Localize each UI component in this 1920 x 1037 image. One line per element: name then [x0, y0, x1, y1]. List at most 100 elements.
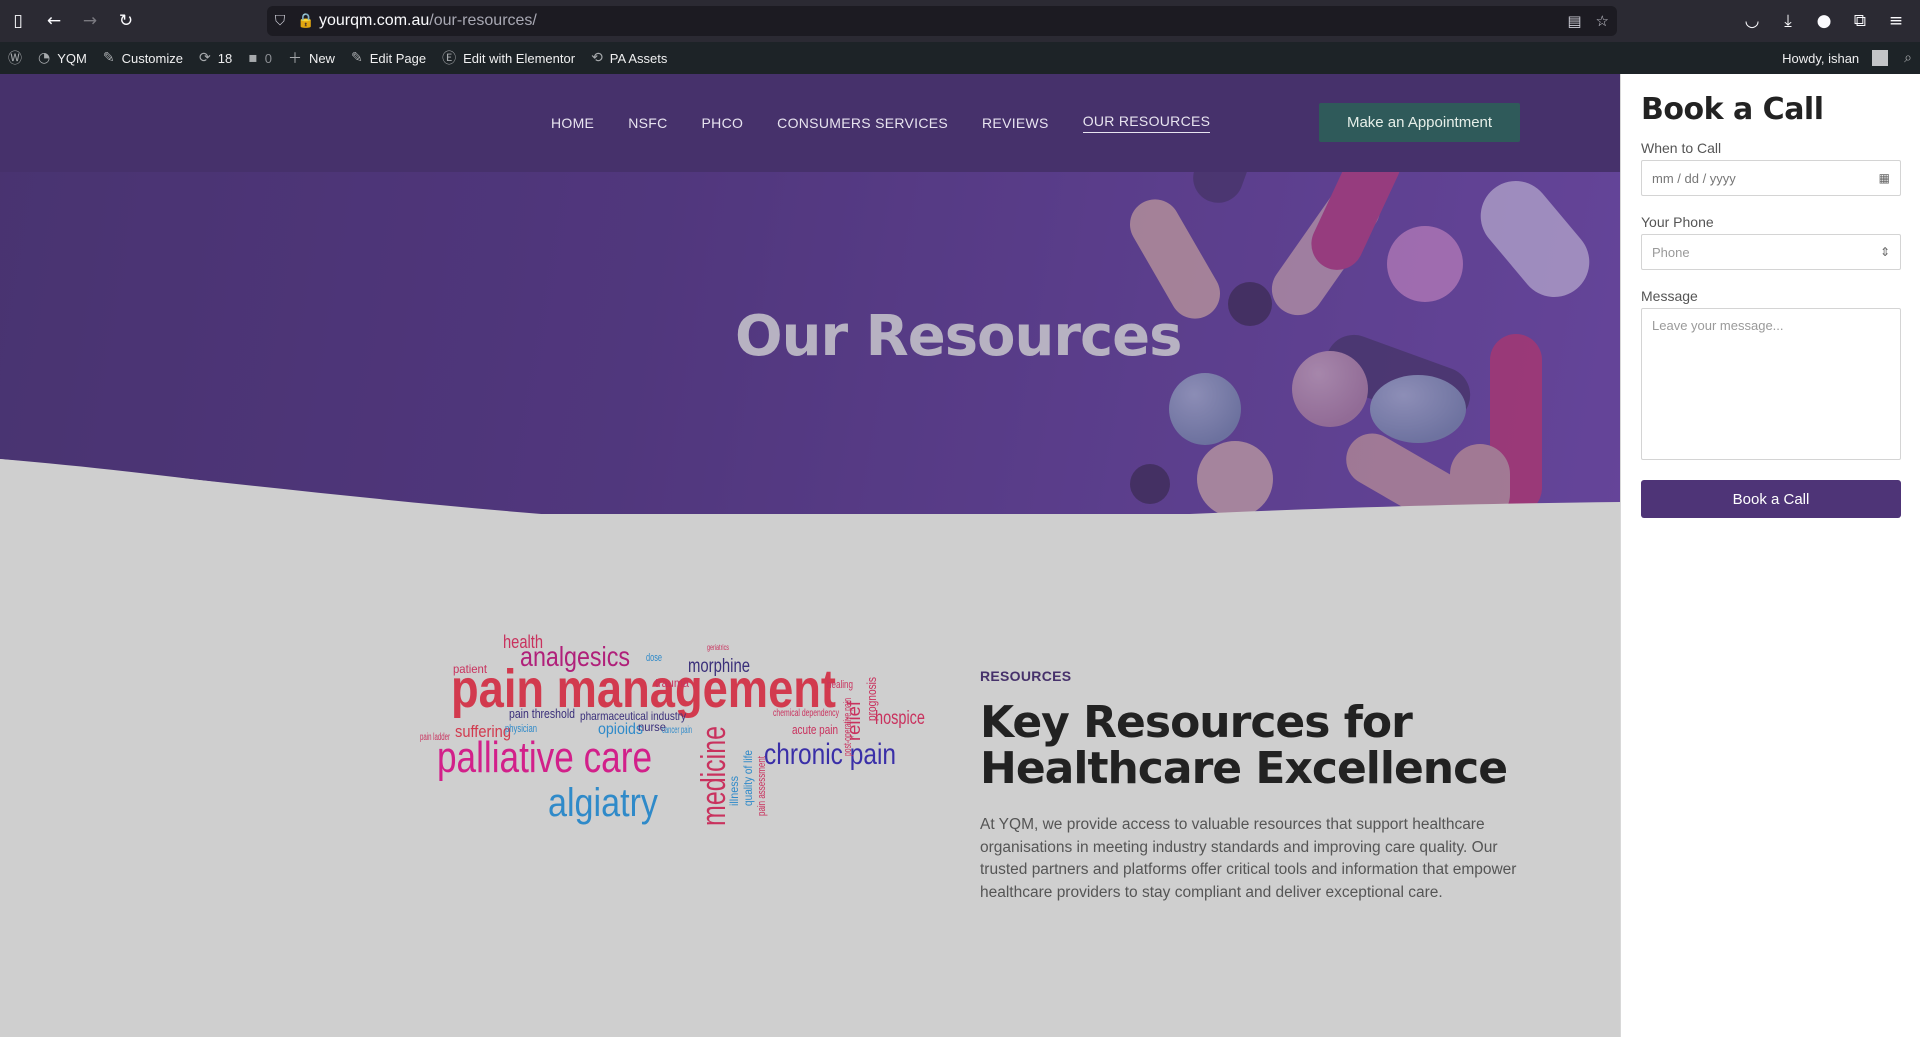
back-icon[interactable]: ← — [36, 0, 72, 42]
admin-comments[interactable]: ▪ 0 — [240, 42, 280, 74]
cloud-word: opioids — [598, 721, 643, 738]
nav-consumers-services[interactable]: CONSUMERS SERVICES — [777, 115, 948, 131]
cloud-word: health — [503, 632, 543, 652]
edit-page-label: Edit Page — [369, 50, 427, 66]
new-label: New — [308, 50, 335, 66]
url-host: yourqm.com.au — [319, 12, 430, 29]
admin-updates[interactable]: ⟳ 18 — [191, 42, 240, 74]
hero-banner: HOME NSFC PHCO CONSUMERS SERVICES REVIEW… — [0, 74, 1620, 514]
forward-icon[interactable]: → — [72, 0, 108, 42]
wave-divider — [0, 459, 1620, 514]
dashboard-icon: ◔ — [38, 50, 51, 66]
calendar-icon[interactable]: ▦ — [1879, 171, 1890, 185]
pencil-icon: ✎ — [350, 50, 363, 66]
cloud-word: algiatry — [548, 781, 658, 825]
cloud-word: hospice — [875, 708, 925, 729]
message-placeholder: Leave your message... — [1652, 318, 1784, 333]
cloud-word: dose — [646, 652, 662, 664]
phone-label: Your Phone — [1641, 214, 1714, 230]
cloud-word: pharmaceutical industry — [580, 709, 686, 723]
section-label: RESOURCES — [980, 668, 1072, 684]
nav-phco[interactable]: PHCO — [702, 115, 744, 131]
extension-icon[interactable]: ● — [1806, 0, 1842, 42]
pa-assets-label: PA Assets — [609, 50, 668, 66]
spinner-icon[interactable]: ⇕ — [1880, 245, 1890, 259]
pocket-icon[interactable]: ◡ — [1734, 0, 1770, 42]
nav-our-resources[interactable]: OUR RESOURCES — [1082, 113, 1211, 133]
admin-pa-assets[interactable]: ⟲ PA Assets — [583, 42, 675, 74]
nav-home[interactable]: HOME — [551, 115, 594, 131]
lock-icon: 🔒 — [297, 13, 315, 29]
date-field[interactable]: mm / dd / yyyy ▦ — [1641, 160, 1901, 196]
cloud-word: prognosis — [864, 677, 879, 721]
word-cloud-image: pain management palliative care chronic … — [420, 632, 925, 826]
admin-account[interactable]: Howdy, ishan — [1774, 42, 1896, 74]
phone-placeholder: Phone — [1652, 244, 1690, 260]
url-path: /our-resources/ — [429, 12, 537, 29]
phone-field[interactable]: Phone ⇕ — [1641, 234, 1901, 270]
cloud-word: patient — [453, 662, 488, 676]
customize-label: Customize — [121, 50, 183, 66]
assets-icon: ⟲ — [591, 50, 603, 66]
cloud-word: healing — [827, 679, 853, 691]
nav-nsfc[interactable]: NSFC — [628, 115, 667, 131]
cloud-word: suffering — [455, 722, 511, 741]
updates-count: 18 — [217, 50, 233, 66]
puzzle-icon[interactable]: ⧉ — [1842, 0, 1878, 42]
cloud-word: chemical dependency — [773, 708, 839, 719]
updates-icon: ⟳ — [199, 50, 211, 66]
cloud-word: acute pain — [792, 722, 838, 737]
cloud-word: pain threshold — [509, 706, 575, 721]
section-heading: Key Resources for Healthcare Excellence — [980, 697, 1508, 794]
cloud-word: geriatrics — [707, 643, 729, 652]
panel-title: Book a Call — [1641, 92, 1824, 127]
reader-view-icon[interactable]: ▤ — [1567, 12, 1581, 30]
book-a-call-panel: Book a Call When to Call mm / dd / yyyy … — [1620, 74, 1920, 1037]
cloud-word: pain ladder — [420, 732, 450, 743]
admin-customize[interactable]: ✎ Customize — [95, 42, 191, 74]
admin-edit-elementor[interactable]: Ⓔ Edit with Elementor — [434, 42, 583, 74]
cloud-word: pain assessment — [756, 756, 768, 816]
cloud-word: illness — [727, 776, 741, 806]
elementor-icon: Ⓔ — [442, 51, 457, 67]
bookmark-star-icon[interactable]: ☆ — [1596, 12, 1609, 30]
admin-search-icon[interactable]: ⌕ — [1896, 42, 1920, 74]
menu-icon[interactable]: ≡ — [1878, 0, 1914, 42]
site-name-label: YQM — [57, 50, 87, 66]
comments-count: 0 — [264, 50, 272, 66]
url-bar[interactable]: ⛉ 🔒 yourqm.com.au/our-resources/ ▤ ☆ — [267, 6, 1617, 36]
cloud-word: morphine — [688, 656, 750, 677]
brush-icon: ✎ — [102, 50, 115, 66]
admin-site-name[interactable]: ◔ YQM — [30, 42, 95, 74]
comment-icon: ▪ — [248, 50, 258, 66]
edit-elementor-label: Edit with Elementor — [463, 50, 576, 66]
when-label: When to Call — [1641, 140, 1722, 156]
make-appointment-button[interactable]: Make an Appointment — [1319, 103, 1520, 142]
message-label: Message — [1641, 288, 1698, 304]
cloud-word: physician — [505, 723, 537, 735]
book-a-call-button[interactable]: Book a Call — [1641, 480, 1901, 518]
main-nav: HOME NSFC PHCO CONSUMERS SERVICES REVIEW… — [551, 74, 1211, 172]
howdy-label: Howdy, ishan — [1782, 50, 1860, 66]
message-textarea[interactable]: Leave your message... — [1641, 308, 1901, 460]
page-title: Our Resources — [735, 304, 1182, 369]
cloud-word: medicine — [695, 726, 733, 826]
sidebar-icon[interactable]: ▯ — [0, 0, 36, 42]
browser-toolbar: ▯ ← → ↻ ⛉ 🔒 yourqm.com.au/our-resources/… — [0, 0, 1920, 42]
section-paragraph: At YQM, we provide access to valuable re… — [980, 816, 1517, 901]
plus-icon: ＋ — [287, 51, 302, 67]
cloud-word: trauma — [655, 676, 689, 690]
admin-edit-page[interactable]: ✎ Edit Page — [343, 42, 434, 74]
cloud-word: chronic pain — [764, 738, 896, 771]
wp-logo-icon[interactable]: Ⓦ — [0, 42, 30, 74]
wp-admin-bar: Ⓦ ◔ YQM ✎ Customize ⟳ 18 ▪ 0 ＋ New ✎ Edit Page… — [0, 42, 1920, 74]
reload-icon[interactable]: ↻ — [108, 0, 144, 42]
download-icon[interactable]: ⤓ — [1770, 0, 1806, 42]
admin-new[interactable]: ＋ New — [280, 42, 343, 74]
cloud-word: post-operative pain — [842, 698, 854, 756]
date-placeholder: mm / dd / yyyy — [1652, 170, 1736, 186]
cloud-word: quality of life — [741, 750, 755, 806]
nav-reviews[interactable]: REVIEWS — [982, 115, 1049, 131]
avatar — [1872, 50, 1889, 66]
shield-icon[interactable]: ⛉ — [267, 13, 293, 29]
